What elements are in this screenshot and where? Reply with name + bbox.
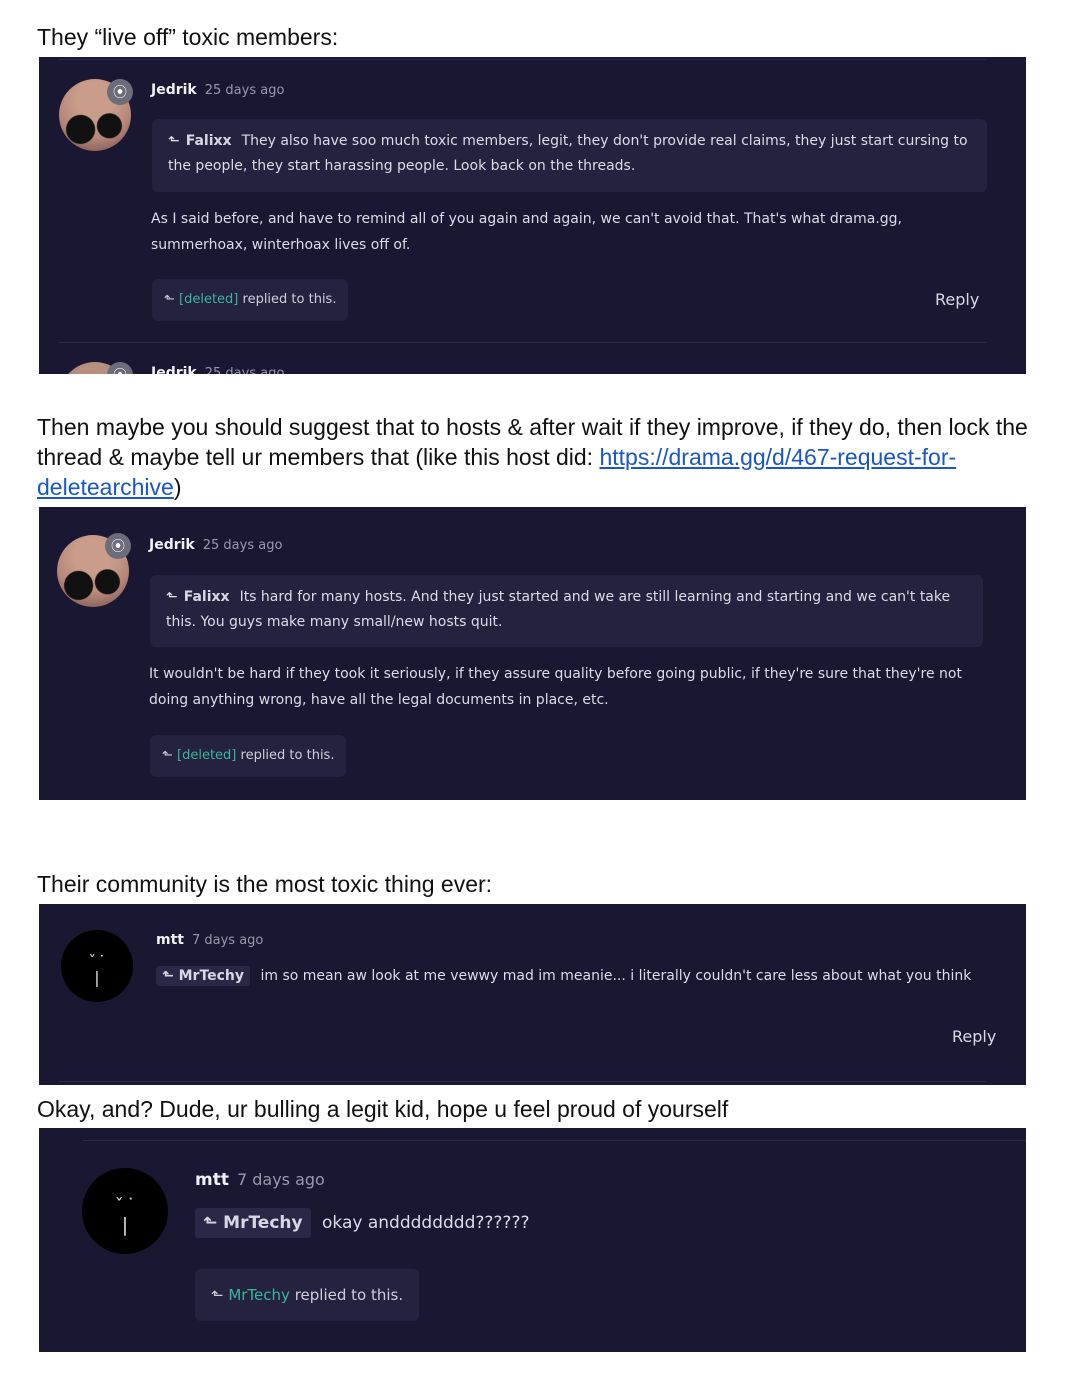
author-name[interactable]: mtt (156, 932, 184, 948)
quoted-text: Its hard for many hosts. And they just s… (166, 589, 951, 630)
comment-screenshot-3: ˇ˙ | mtt 7 days ago ⬑ MrTechy im so mean a… (39, 904, 1026, 1085)
author-name[interactable]: Jedrik (151, 82, 197, 98)
face-icon: ˇ˙ | (87, 952, 107, 988)
caption-live-off: They “live off” toxic members: (37, 24, 339, 50)
top-divider (83, 1140, 1026, 1141)
timestamp[interactable]: 7 days ago (237, 1170, 325, 1189)
caption-end: ) (173, 474, 182, 500)
author-name[interactable]: Jedrik (149, 537, 195, 553)
comment-meta: mtt 7 days ago (156, 932, 263, 948)
replied-user[interactable]: MrTechy (228, 1286, 290, 1304)
quoted-user-tag[interactable]: ⬑ MrTechy (156, 966, 251, 986)
face-icon: ˇ˙ | (113, 1195, 137, 1237)
comment-screenshot-2: ⦿ Jedrik 25 days ago ⬑ Falixx Its hard for … (39, 507, 1026, 800)
top-divider (59, 59, 986, 60)
comment-meta: Jedrik 25 days ago (151, 82, 284, 98)
reply-arrow-icon: ⬑ (162, 748, 173, 763)
reply-arrow-icon: ⬑ (164, 292, 175, 307)
timestamp[interactable]: 25 days ago (203, 538, 283, 553)
next-author-name[interactable]: Jedrik (151, 365, 197, 374)
caption-bullying: Okay, and? Dude, ur bulling a legit kid,… (37, 1096, 729, 1122)
caption-toxic-community: Their community is the most toxic thing … (37, 871, 493, 897)
replied-user[interactable]: [deleted] (177, 748, 236, 763)
moderator-badge-icon: ⦿ (105, 533, 131, 559)
moderator-badge-icon: ⦿ (107, 362, 133, 374)
comment-meta: mtt 7 days ago (195, 1170, 325, 1190)
quoted-reply: ⬑ Falixx They also have soo much toxic mem… (152, 119, 987, 192)
replied-to-this[interactable]: ⬑ MrTechy replied to this. (195, 1269, 420, 1321)
replied-label: replied to this. (236, 748, 335, 763)
quoted-user-tag[interactable]: ⬑ MrTechy (195, 1208, 311, 1238)
comment-screenshot-4: ˇ˙ | mtt 7 days ago ⬑ MrTechy okay anddddd… (39, 1128, 1026, 1352)
quoted-reply: ⬑ MrTechy im so mean aw look at me vewwy… (156, 966, 972, 986)
caption-suggest-hosts: Then maybe you should suggest that to ho… (37, 412, 1037, 502)
reply-arrow-icon: ⬑ (166, 589, 178, 605)
reply-arrow-icon: ⬑ (162, 968, 174, 984)
quoted-user[interactable]: MrTechy (179, 968, 244, 984)
moderator-badge-icon: ⦿ (107, 79, 133, 105)
quoted-reply: ⬑ Falixx Its hard for many hosts. And they… (150, 575, 983, 647)
timestamp[interactable]: 25 days ago (205, 83, 285, 98)
replied-label: replied to this. (289, 1286, 404, 1304)
avatar[interactable]: ˇ˙ | (82, 1168, 168, 1254)
comment-screenshot-1: ⦿ Jedrik 25 days ago ⬑ Falixx They also hav… (39, 57, 1026, 374)
reply-arrow-icon: ⬑ (203, 1213, 218, 1233)
quoted-user[interactable]: MrTechy (223, 1213, 302, 1233)
reply-button[interactable]: Reply (935, 290, 979, 309)
comment-body: It wouldn't be hard if they took it seri… (149, 666, 962, 708)
timestamp[interactable]: 7 days ago (192, 933, 263, 948)
comment-divider (59, 1081, 986, 1082)
next-timestamp[interactable]: 25 days ago (205, 366, 285, 374)
replied-to-this[interactable]: ⬑ [deleted] replied to this. (150, 735, 347, 777)
quoted-text: okay andddddddd?????? (322, 1213, 530, 1233)
reply-button[interactable]: Reply (952, 1027, 996, 1046)
quoted-reply: ⬑ MrTechy okay andddddddd?????? (195, 1208, 530, 1238)
author-name[interactable]: mtt (195, 1170, 229, 1190)
next-comment-meta: Jedrik 25 days ago (151, 365, 284, 374)
comment-divider (59, 342, 986, 343)
reply-arrow-icon: ⬑ (168, 133, 180, 149)
replied-to-this[interactable]: ⬑ [deleted] replied to this. (152, 279, 349, 321)
comment-meta: Jedrik 25 days ago (149, 537, 282, 553)
replied-label: replied to this. (238, 292, 337, 307)
quoted-text: im so mean aw look at me vewwy mad im me… (260, 968, 972, 984)
avatar[interactable]: ˇ˙ | (61, 930, 133, 1002)
quoted-text: They also have soo much toxic members, l… (168, 133, 968, 174)
comment-body: As I said before, and have to remind all… (151, 211, 903, 253)
reply-arrow-icon: ⬑ (211, 1286, 224, 1304)
quoted-user[interactable]: Falixx (186, 133, 232, 149)
replied-user[interactable]: [deleted] (179, 292, 238, 307)
quoted-user[interactable]: Falixx (184, 589, 230, 605)
